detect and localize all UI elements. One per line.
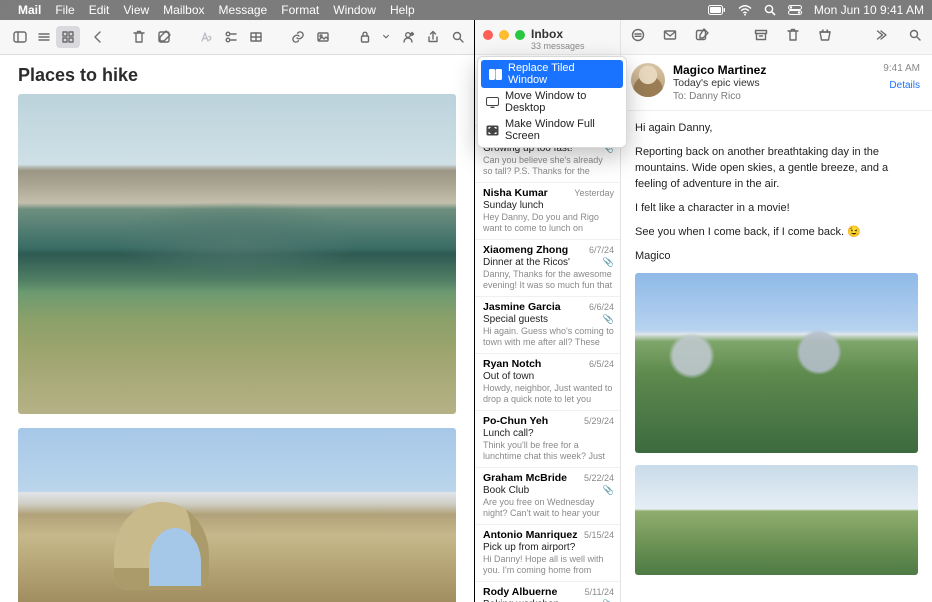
message-row[interactable]: Antonio Manriquez5/15/24Pick up from air… [475, 525, 620, 582]
delete-icon[interactable] [786, 28, 800, 47]
menu-message[interactable]: Message [219, 3, 268, 17]
sidebar-toggle-icon[interactable] [8, 26, 32, 48]
menu-view[interactable]: View [123, 3, 149, 17]
checklist-icon[interactable] [224, 26, 239, 48]
message-row[interactable]: Graham McBride5/22/24Book Club📎Are you f… [475, 468, 620, 525]
message-body: Hi again Danny, Reporting back on anothe… [621, 111, 932, 602]
menu-file[interactable]: File [55, 3, 74, 17]
grid-view-icon[interactable] [56, 26, 80, 48]
wifi-icon[interactable] [738, 5, 752, 16]
menu-fullscreen-label: Make Window Full Screen [505, 118, 618, 142]
new-message-icon[interactable] [695, 28, 709, 47]
spotlight-icon[interactable] [764, 4, 776, 16]
search-mail-icon[interactable] [908, 28, 922, 47]
app-menu[interactable]: Mail [18, 3, 41, 17]
share-icon[interactable] [426, 26, 441, 48]
message-header: Magico Martinez Today's epic views To: D… [621, 55, 932, 111]
macos-menubar: Mail File Edit View Mailbox Message Form… [0, 0, 932, 20]
search-icon[interactable] [451, 26, 466, 48]
minimize-window-button[interactable] [499, 30, 509, 40]
photos-icon[interactable] [316, 26, 331, 48]
fullscreen-window-button[interactable] [515, 30, 525, 40]
junk-icon[interactable] [818, 28, 832, 47]
more-icon[interactable] [876, 28, 890, 47]
menu-move-desktop-label: Move Window to Desktop [505, 90, 618, 114]
close-window-button[interactable] [483, 30, 493, 40]
menu-edit[interactable]: Edit [89, 3, 110, 17]
message-row[interactable]: Nisha KumarYesterdaySunday lunchHey Dann… [475, 183, 620, 240]
list-view-icon[interactable] [32, 26, 56, 48]
message-time: 9:41 AM [883, 63, 920, 74]
attachment-photo-2[interactable] [635, 465, 918, 575]
message-row[interactable]: Xiaomeng Zhong6/7/24Dinner at the Ricos'… [475, 240, 620, 297]
message-row[interactable]: Ryan Notch6/5/24Out of townHowdy, neighb… [475, 354, 620, 411]
battery-icon[interactable] [708, 5, 726, 15]
sender-avatar[interactable] [631, 63, 665, 97]
message-row[interactable]: Po-Chun Yeh5/29/24Lunch call?Think you'l… [475, 411, 620, 468]
notes-window: Places to hike [0, 20, 475, 602]
window-controls [483, 30, 525, 40]
table-icon[interactable] [249, 26, 264, 48]
inbox-title: Inbox [531, 27, 614, 41]
menu-format[interactable]: Format [281, 3, 319, 17]
back-icon[interactable] [90, 26, 105, 48]
mail-window: Inbox 33 messages Replace Tiled Window M… [475, 20, 932, 602]
menu-mailbox[interactable]: Mailbox [163, 3, 204, 17]
message-subject: Today's epic views [673, 77, 875, 89]
archive-icon[interactable] [754, 28, 768, 47]
menubar-clock[interactable]: Mon Jun 10 9:41 AM [814, 3, 924, 17]
menu-move-desktop[interactable]: Move Window to Desktop [478, 88, 626, 116]
menu-replace-tiled-label: Replace Tiled Window [508, 62, 615, 86]
note-photo-1 [18, 94, 456, 414]
mark-read-icon[interactable] [663, 28, 677, 47]
message-row[interactable]: Jasmine Garcia6/6/24Special guests📎Hi ag… [475, 297, 620, 354]
conversation-icon[interactable] [631, 28, 645, 47]
notes-toolbar [0, 20, 474, 55]
chevron-down-icon[interactable] [382, 26, 390, 48]
menu-help[interactable]: Help [390, 3, 415, 17]
message-list-pane: Inbox 33 messages Replace Tiled Window M… [475, 20, 621, 602]
message-row[interactable]: Rody Albuerne5/11/24Baking workshop📎Hell… [475, 582, 620, 602]
body-p2: Reporting back on another breathtaking d… [635, 145, 918, 193]
format-text-icon [198, 26, 213, 48]
reading-pane: Magico Martinez Today's epic views To: D… [621, 20, 932, 602]
attachment-photo-1[interactable] [635, 273, 918, 453]
lock-icon[interactable] [357, 26, 372, 48]
window-tile-menu: Replace Tiled Window Move Window to Desk… [477, 56, 627, 148]
body-p3: I felt like a character in a movie! [635, 201, 918, 217]
note-photo-2 [18, 428, 456, 602]
body-p5: Magico [635, 249, 918, 265]
body-p1: Hi again Danny, [635, 121, 918, 137]
inbox-message-count: 33 messages [531, 41, 614, 51]
body-p4: See you when I come back, if I come back… [635, 225, 918, 241]
mail-toolbar [621, 20, 932, 55]
note-title: Places to hike [18, 65, 456, 86]
recipient-line: To: Danny Rico [673, 91, 875, 102]
details-link[interactable]: Details [883, 80, 920, 91]
control-center-icon[interactable] [788, 5, 802, 15]
menu-replace-tiled[interactable]: Replace Tiled Window [481, 60, 623, 88]
menu-fullscreen[interactable]: Make Window Full Screen [478, 116, 626, 144]
trash-icon[interactable] [132, 26, 147, 48]
sender-name: Magico Martinez [673, 63, 875, 77]
collaborate-icon[interactable] [400, 26, 415, 48]
link-icon[interactable] [290, 26, 305, 48]
menu-window[interactable]: Window [333, 3, 376, 17]
note-body: Places to hike [0, 55, 474, 602]
compose-icon[interactable] [157, 26, 172, 48]
